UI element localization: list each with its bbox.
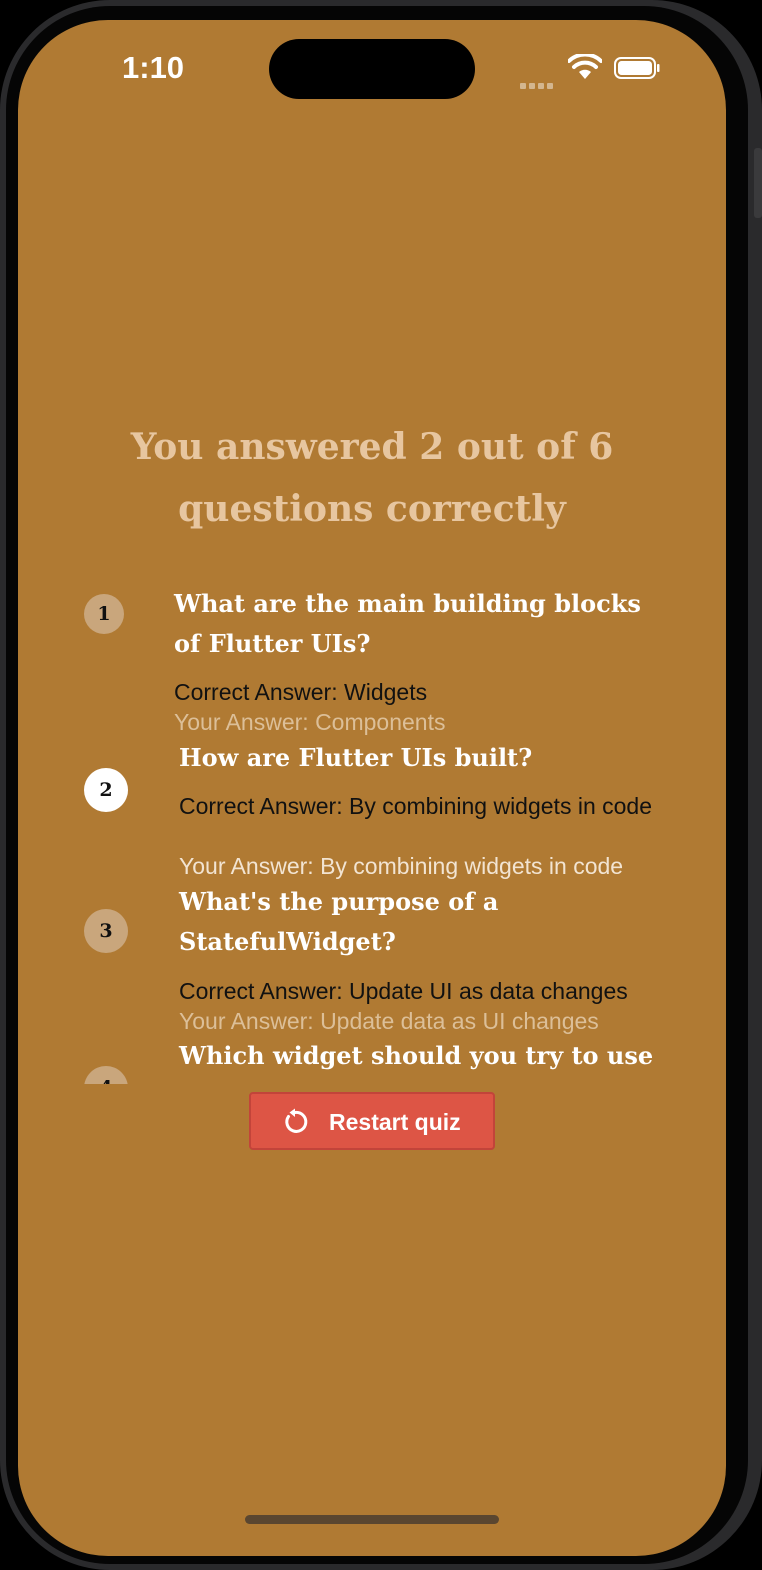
question-number-badge: 3 xyxy=(84,909,128,953)
correct-answer: Correct Answer: By combining widgets in … xyxy=(179,793,652,819)
home-indicator[interactable] xyxy=(245,1515,499,1524)
battery-icon xyxy=(614,57,660,79)
side-button xyxy=(754,148,762,218)
question-text: How are Flutter UIs built? xyxy=(179,743,533,772)
wifi-icon xyxy=(568,54,602,79)
app-screen: 1:10 You answered 2 out of 6 questions c… xyxy=(18,20,726,1556)
correct-answer: Correct Answer: Update UI as data change… xyxy=(179,978,628,1004)
question-number-badge: 1 xyxy=(84,594,124,634)
correct-answer: Correct Answer: Widgets xyxy=(174,679,428,705)
restart-quiz-label: Restart quiz xyxy=(329,1109,461,1135)
question-text: Which widget should you try to use xyxy=(179,1041,654,1070)
results-list[interactable]: 1 What are the main building blocks of F… xyxy=(18,584,726,1084)
cellular-signal-icon xyxy=(520,74,558,89)
question-number-badge: 4 xyxy=(84,1066,128,1084)
restart-quiz-button[interactable]: Restart quiz xyxy=(249,1092,495,1150)
phone-frame: 1:10 You answered 2 out of 6 questions c… xyxy=(0,0,762,1570)
question-text: What's the purpose of a StatefulWidget? xyxy=(179,887,499,956)
question-text: What are the main building blocks of Flu… xyxy=(174,589,641,658)
results-summary: You answered 2 out of 6 questions correc… xyxy=(130,426,614,530)
user-answer: Your Answer: Update data as UI changes xyxy=(179,1008,599,1034)
user-answer: Your Answer: Components xyxy=(174,709,446,735)
status-time: 1:10 xyxy=(122,50,185,85)
dynamic-island xyxy=(269,39,475,99)
question-number-badge: 2 xyxy=(84,768,128,812)
user-answer: Your Answer: By combining widgets in cod… xyxy=(179,853,624,879)
restart-icon xyxy=(285,1108,308,1133)
